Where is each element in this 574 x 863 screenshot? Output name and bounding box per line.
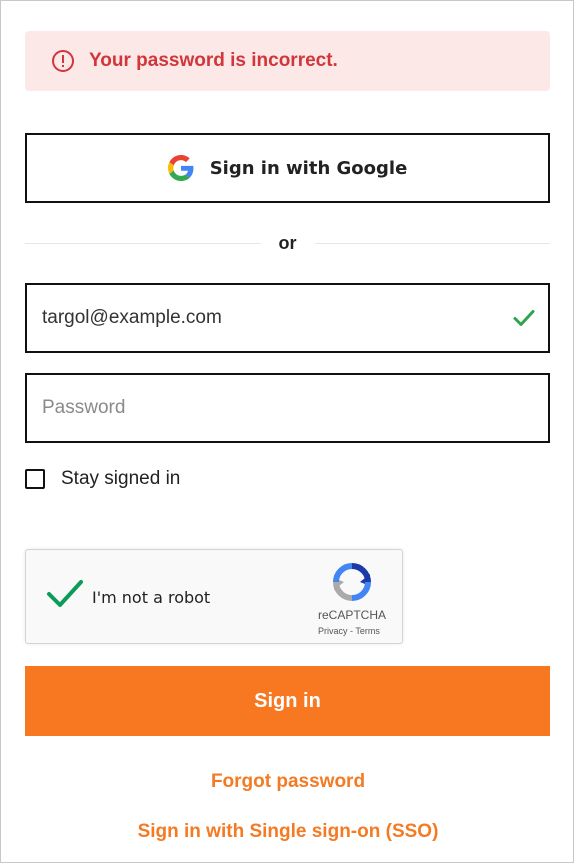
forgot-password-link[interactable]: Forgot password bbox=[1, 771, 574, 793]
recaptcha-brand: reCAPTCHA bbox=[318, 608, 387, 622]
or-divider: or bbox=[25, 231, 550, 255]
recaptcha-logo-icon bbox=[333, 563, 371, 601]
recaptcha-checkmark-icon[interactable] bbox=[46, 578, 84, 610]
stay-signed-in-checkbox[interactable] bbox=[25, 469, 45, 489]
divider-line-right bbox=[314, 242, 550, 244]
error-circle-icon bbox=[52, 50, 74, 72]
recaptcha-privacy-link[interactable]: Privacy bbox=[318, 626, 348, 636]
google-icon bbox=[167, 155, 194, 181]
login-panel: Your password is incorrect. Sign in with… bbox=[0, 0, 574, 863]
error-message: Your password is incorrect. bbox=[89, 50, 338, 71]
recaptcha-separator: - bbox=[350, 626, 354, 636]
stay-signed-in-label: Stay signed in bbox=[61, 468, 181, 489]
divider-line-left bbox=[25, 242, 261, 244]
recaptcha-label: I'm not a robot bbox=[92, 588, 211, 607]
email-field[interactable] bbox=[27, 285, 548, 351]
email-field-wrapper bbox=[25, 283, 550, 353]
password-field-wrapper bbox=[25, 373, 550, 443]
recaptcha-links: Privacy - Terms bbox=[318, 626, 380, 636]
google-signin-button[interactable]: Sign in with Google bbox=[25, 133, 550, 203]
error-alert: Your password is incorrect. bbox=[25, 31, 550, 91]
recaptcha-widget: I'm not a robot reCAPTCHA Privacy - Term… bbox=[25, 549, 403, 644]
sign-in-button[interactable]: Sign in bbox=[25, 666, 550, 736]
sso-signin-link[interactable]: Sign in with Single sign-on (SSO) bbox=[1, 821, 574, 843]
recaptcha-terms-link[interactable]: Terms bbox=[355, 626, 380, 636]
checkmark-icon bbox=[513, 310, 535, 326]
password-field[interactable] bbox=[27, 375, 548, 441]
stay-signed-in[interactable]: Stay signed in bbox=[25, 467, 180, 491]
google-signin-label: Sign in with Google bbox=[209, 157, 408, 179]
divider-text: or bbox=[278, 232, 297, 253]
